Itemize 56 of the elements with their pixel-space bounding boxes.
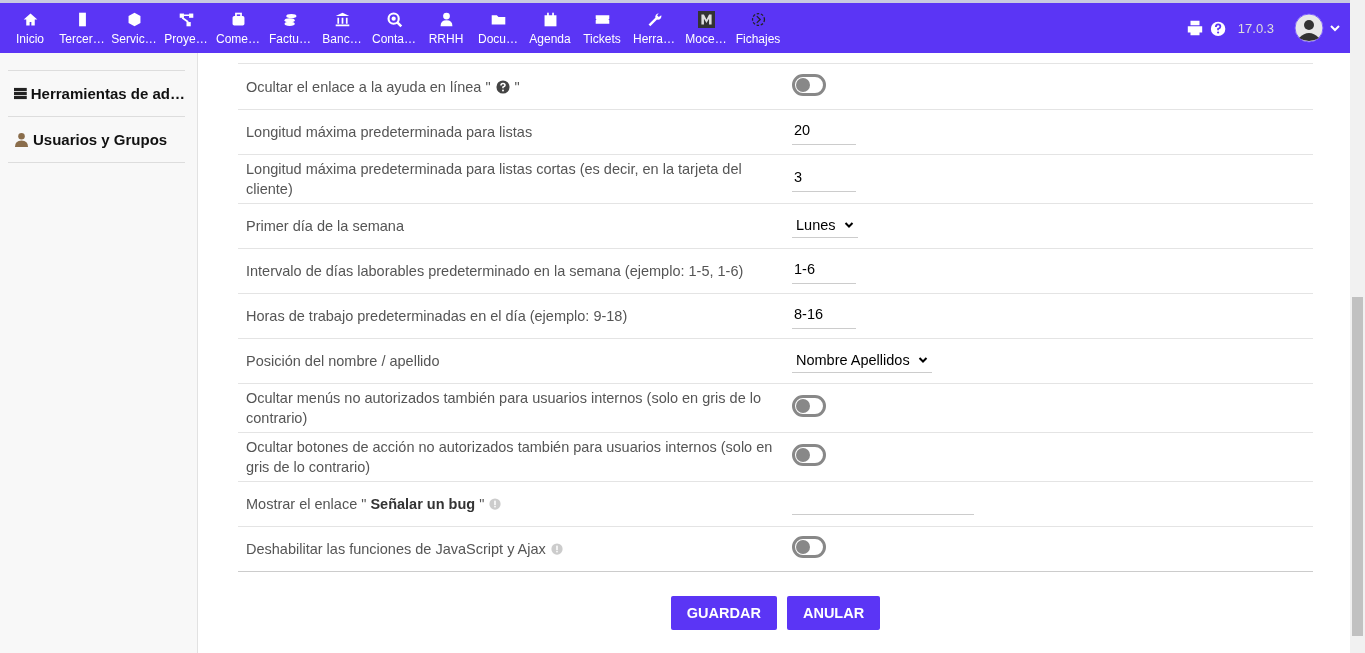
menu-item[interactable]: Tercer…	[56, 10, 108, 46]
server-icon	[14, 86, 27, 101]
setting-label: Longitud máxima predeterminada para listas	[246, 123, 533, 142]
setting-label: Primer día de la semana	[246, 217, 404, 236]
toggle-switch[interactable]	[792, 444, 826, 466]
user-icon	[14, 132, 29, 147]
setting-label: Longitud máxima predeterminada para listas cortas (es decir, en la tarjeta del cliente)	[246, 160, 743, 199]
toggle-switch[interactable]	[792, 73, 826, 96]
menu-item[interactable]: Banc…	[316, 10, 368, 46]
input-field[interactable]: 20	[792, 119, 856, 145]
input-field[interactable]: 3	[792, 166, 856, 192]
menu-item[interactable]: Herra…	[628, 10, 680, 46]
menu-item[interactable]: Fichajes	[732, 10, 784, 46]
setting-label: Intervalo de días laborables predeterminado en la semana (ejemplo: 1-5, 1-6)	[246, 262, 744, 281]
setting-label: Mostrar el enlace " Señalar un bug "	[246, 495, 485, 514]
setting-label: Ocultar menús no autorizados también para usuarios internos (solo en gris de lo contrario)	[246, 389, 763, 428]
scrollbar[interactable]	[1350, 0, 1365, 653]
select-field[interactable]: Lunes	[792, 214, 858, 238]
select-field[interactable]: Nombre Apellidos	[792, 349, 932, 373]
save-button[interactable]: GUARDAR	[670, 596, 777, 630]
menu-item[interactable]: Come…	[212, 10, 264, 46]
menu-item[interactable]: RRHH	[420, 10, 472, 46]
menu-item[interactable]: Moce…	[680, 10, 732, 46]
menu-item[interactable]: Conta…	[368, 10, 420, 46]
print-icon[interactable]	[1185, 19, 1204, 37]
setting-label: Horas de trabajo predeterminadas en el día (ejemplo: 9-18)	[246, 307, 628, 326]
menu-item[interactable]: Servic…	[108, 10, 160, 46]
bank-icon	[333, 10, 351, 28]
m-logo-icon	[697, 10, 715, 28]
toggle-switch[interactable]	[792, 536, 826, 558]
setting-label: "	[514, 77, 520, 97]
menu-item[interactable]: Inicio	[4, 10, 56, 46]
version-label: 17.0.3	[1237, 20, 1274, 36]
toggle-switch[interactable]	[792, 395, 826, 417]
setting-label: Posición del nombre / apellido	[246, 352, 440, 371]
sidebar-item[interactable]: Usuarios y Grupos	[8, 117, 185, 163]
menu-item[interactable]: Proye…	[160, 10, 212, 46]
input-field[interactable]: 8-16	[792, 303, 856, 329]
caret-icon	[843, 220, 854, 230]
info-icon	[489, 498, 502, 510]
setting-label: Ocultar el enlace a la ayuda en línea "	[246, 77, 491, 97]
menu-item[interactable]: Factu…	[264, 10, 316, 46]
cancel-button[interactable]: ANULAR	[786, 596, 881, 630]
caret-icon[interactable]	[1330, 23, 1340, 33]
caret-icon	[917, 355, 928, 365]
setting-label: Deshabilitar las funciones de JavaScript y Ajax	[246, 540, 546, 559]
menu-item[interactable]: Agenda	[524, 10, 576, 46]
menu-item[interactable]: Docu…	[472, 10, 524, 46]
help-icon[interactable]	[1209, 19, 1228, 37]
menu-item[interactable]: Tickets	[576, 10, 628, 46]
avatar[interactable]	[1294, 13, 1324, 43]
help-icon	[495, 79, 510, 94]
info-icon	[550, 543, 563, 555]
sidebar-item[interactable]: Herramientas de ad…	[8, 71, 185, 117]
input-field[interactable]: 1-6	[792, 258, 856, 284]
setting-label: Ocultar botones de acción no autorizados también para usuarios internos (solo en gris de lo contrario)	[246, 438, 774, 477]
